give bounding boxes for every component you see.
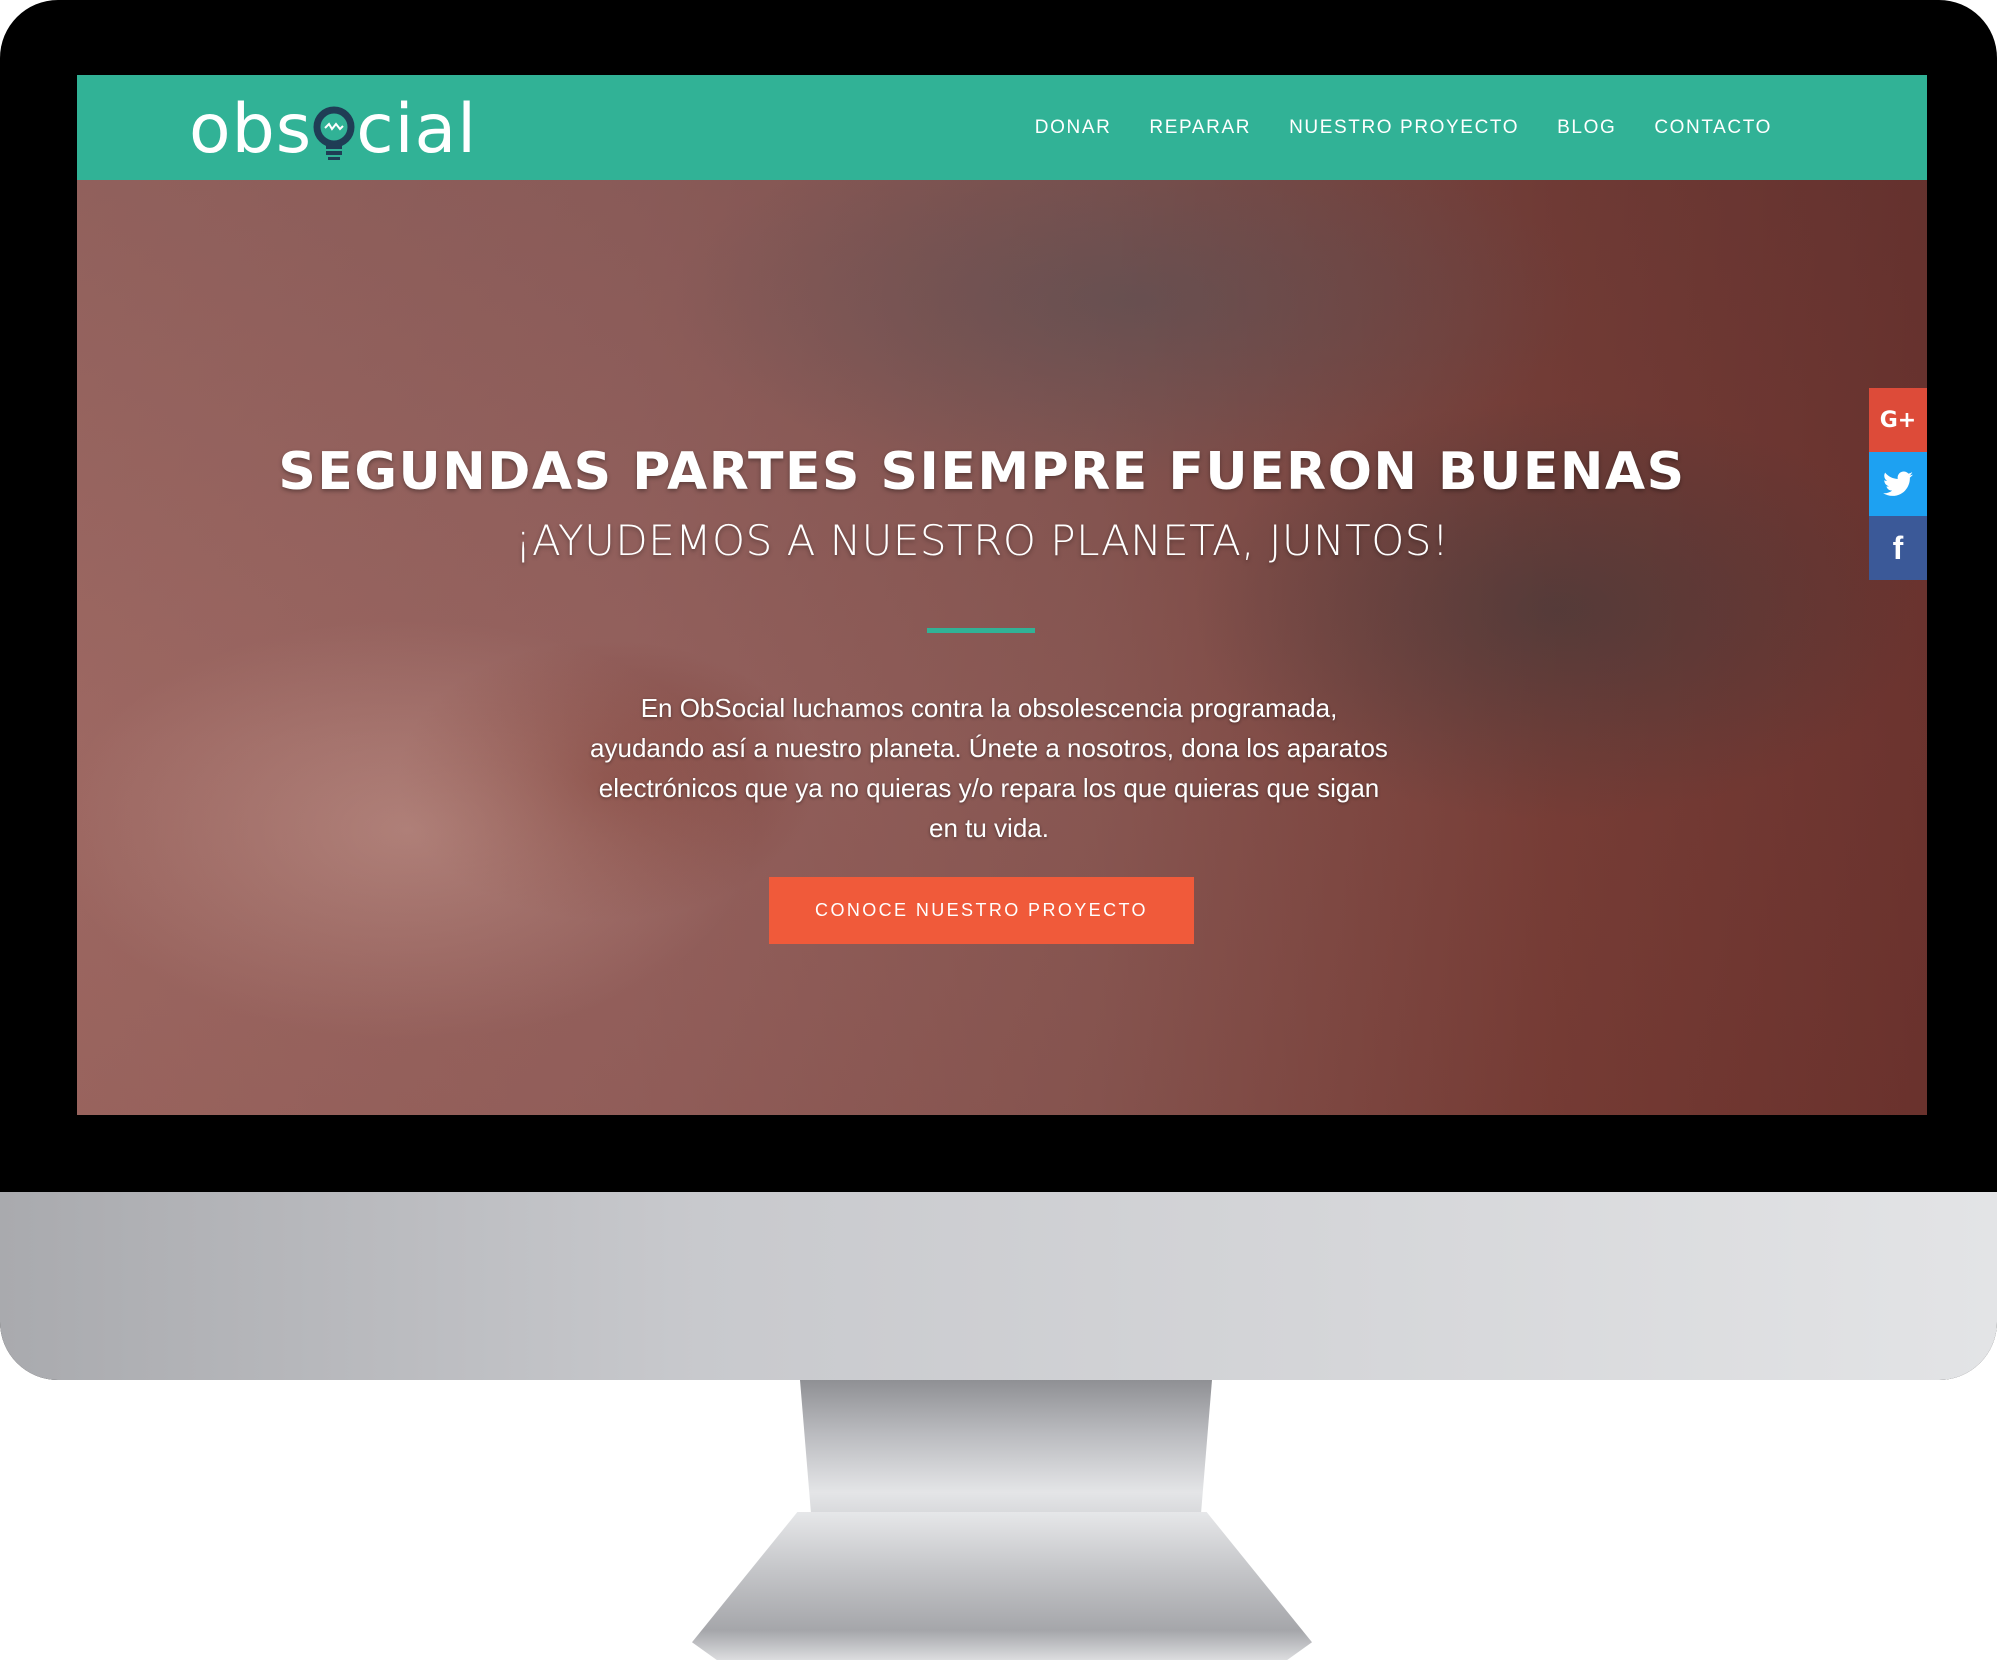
- nav-item-contacto[interactable]: CONTACTO: [1654, 117, 1772, 139]
- hero-section: SEGUNDAS PARTES SIEMPRE FUERON BUENAS ¡A…: [77, 180, 1927, 1115]
- monitor-stand-neck: [800, 1380, 1212, 1530]
- monitor-chin: [0, 1192, 1997, 1380]
- share-facebook-button[interactable]: f: [1869, 516, 1927, 580]
- hero-divider: [927, 628, 1035, 633]
- imac-mockup: obs cial DONAR REPARAR NUESTRO PROYECTO …: [0, 0, 1997, 1661]
- nav-item-blog[interactable]: BLOG: [1557, 117, 1616, 139]
- lightbulb-icon: [313, 99, 355, 160]
- social-share-bar: G+ f: [1869, 388, 1927, 580]
- logo-text-right: cial: [356, 89, 478, 169]
- nav-menu: DONAR REPARAR NUESTRO PROYECTO BLOG CONT…: [1035, 75, 1772, 180]
- website-screen: obs cial DONAR REPARAR NUESTRO PROYECTO …: [77, 75, 1927, 1115]
- google-plus-icon: G+: [1879, 407, 1917, 433]
- nav-item-nuestro-proyecto[interactable]: NUESTRO PROYECTO: [1289, 117, 1519, 139]
- hero-title: SEGUNDAS PARTES SIEMPRE FUERON BUENAS: [278, 442, 1686, 502]
- hero-subtitle: ¡AYUDEMOS A NUESTRO PLANETA, JUNTOS!: [514, 516, 1450, 565]
- monitor-stand-foot: [692, 1512, 1312, 1660]
- hero-content: SEGUNDAS PARTES SIEMPRE FUERON BUENAS ¡A…: [77, 180, 1927, 1115]
- navbar: obs cial DONAR REPARAR NUESTRO PROYECTO …: [77, 75, 1927, 180]
- cta-conoce-proyecto-button[interactable]: CONOCE NUESTRO PROYECTO: [769, 877, 1194, 944]
- facebook-icon: f: [1892, 529, 1904, 566]
- logo-text-left: obs: [189, 89, 313, 169]
- share-google-plus-button[interactable]: G+: [1869, 388, 1927, 452]
- logo[interactable]: obs cial: [189, 89, 478, 169]
- nav-item-donar[interactable]: DONAR: [1035, 117, 1112, 139]
- hero-description: En ObSocial luchamos contra la obsolesce…: [590, 693, 1388, 843]
- share-twitter-button[interactable]: [1869, 452, 1927, 516]
- nav-item-reparar[interactable]: REPARAR: [1149, 117, 1251, 139]
- twitter-icon: [1883, 471, 1913, 496]
